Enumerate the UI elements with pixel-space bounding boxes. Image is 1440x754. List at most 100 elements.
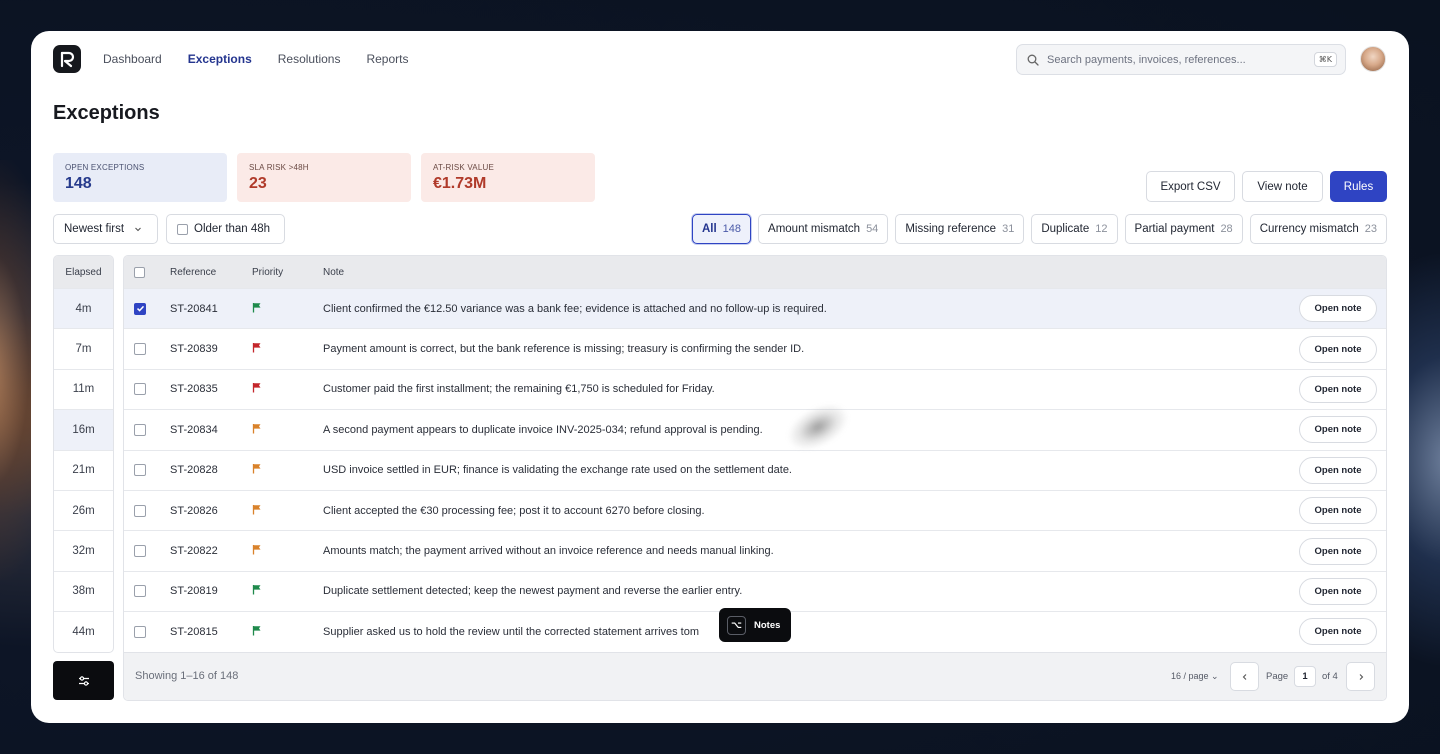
chip-duplicate[interactable]: Duplicate 12 bbox=[1031, 214, 1118, 244]
row-note: A second payment appears to duplicate in… bbox=[323, 423, 763, 436]
row-reference: ST-20835 bbox=[170, 383, 218, 396]
chip-count: 54 bbox=[866, 223, 879, 235]
column-settings-button[interactable] bbox=[53, 661, 114, 700]
elapsed-cell: 7m bbox=[54, 328, 113, 368]
table-row[interactable]: ST-20828 USD invoice settled in EUR; fin… bbox=[124, 449, 1386, 490]
elapsed-cell: 44m bbox=[54, 611, 113, 651]
open-note-button[interactable]: Open note bbox=[1299, 335, 1377, 363]
elapsed-header: Elapsed bbox=[54, 256, 113, 288]
row-checkbox[interactable] bbox=[134, 545, 146, 558]
page-number-input[interactable]: 1 bbox=[1294, 666, 1316, 687]
search-input[interactable] bbox=[1047, 53, 1306, 66]
priority-flag-icon bbox=[252, 584, 262, 598]
open-note-button[interactable]: Open note bbox=[1299, 375, 1377, 403]
elapsed-cell: 16m bbox=[54, 409, 113, 450]
select-all-checkbox[interactable] bbox=[134, 266, 145, 278]
row-checkbox[interactable] bbox=[134, 343, 146, 356]
open-note-button[interactable]: Open note bbox=[1299, 416, 1377, 444]
row-note: Client accepted the €30 processing fee; … bbox=[323, 504, 705, 517]
row-reference: ST-20828 bbox=[170, 464, 218, 477]
app-window: Dashboard Exceptions Resolutions Reports… bbox=[31, 31, 1409, 723]
row-reference: ST-20822 bbox=[170, 545, 218, 558]
chip-count: 148 bbox=[722, 223, 742, 235]
tooltip-label: Notes bbox=[754, 619, 781, 631]
chip-count: 28 bbox=[1220, 223, 1233, 235]
table-row[interactable]: ST-20839 Payment amount is correct, but … bbox=[124, 328, 1386, 368]
chip-amount-mismatch[interactable]: Amount mismatch 54 bbox=[758, 214, 889, 244]
stat-value: 148 bbox=[65, 175, 92, 192]
chip-all[interactable]: All 148 bbox=[691, 214, 752, 244]
open-note-button[interactable]: Open note bbox=[1299, 537, 1377, 565]
row-reference: ST-20826 bbox=[170, 504, 218, 517]
top-nav: Dashboard Exceptions Resolutions Reports bbox=[103, 52, 408, 66]
priority-flag-icon bbox=[252, 423, 262, 437]
priority-flag-icon bbox=[252, 382, 262, 396]
older-than-48h-label: Older than 48h bbox=[194, 223, 271, 235]
older-than-48h-filter[interactable]: Older than 48h bbox=[166, 214, 285, 244]
chip-currency-mismatch[interactable]: Currency mismatch 23 bbox=[1249, 214, 1387, 244]
view-note-button[interactable]: View note bbox=[1242, 171, 1323, 202]
priority-flag-icon bbox=[252, 504, 262, 518]
elapsed-cell: 11m bbox=[54, 368, 113, 409]
priority-flag-icon bbox=[252, 463, 262, 477]
header-reference[interactable]: Reference bbox=[170, 267, 216, 278]
nav-reports[interactable]: Reports bbox=[366, 52, 408, 66]
nav-dashboard[interactable]: Dashboard bbox=[103, 52, 162, 66]
open-note-button[interactable]: Open note bbox=[1299, 618, 1377, 646]
header-note[interactable]: Note bbox=[323, 267, 344, 278]
row-reference: ST-20815 bbox=[170, 625, 218, 638]
priority-flag-icon bbox=[252, 625, 262, 639]
table-row[interactable]: ST-20835 Customer paid the first install… bbox=[124, 368, 1386, 409]
chip-missing-reference[interactable]: Missing reference 31 bbox=[895, 214, 1025, 244]
sort-dropdown[interactable]: Newest first bbox=[53, 214, 158, 244]
elapsed-cell: 26m bbox=[54, 489, 113, 530]
chip-label: Amount mismatch bbox=[768, 223, 861, 235]
next-page-button[interactable] bbox=[1346, 662, 1375, 691]
nav-exceptions[interactable]: Exceptions bbox=[188, 52, 252, 66]
priority-flag-icon bbox=[252, 302, 262, 316]
elapsed-cell: 32m bbox=[54, 530, 113, 570]
user-avatar[interactable] bbox=[1360, 46, 1386, 72]
elapsed-cell: 21m bbox=[54, 449, 113, 490]
elapsed-panel: Elapsed 4m 7m 11m 16m 21m 26m 32m 38m 44… bbox=[53, 255, 114, 653]
nav-resolutions[interactable]: Resolutions bbox=[278, 52, 341, 66]
row-checkbox[interactable] bbox=[134, 423, 146, 436]
row-note: Client confirmed the €12.50 variance was… bbox=[323, 302, 827, 315]
priority-flag-icon bbox=[252, 342, 262, 356]
older-than-48h-checkbox[interactable] bbox=[177, 223, 188, 235]
open-note-button[interactable]: Open note bbox=[1299, 456, 1377, 484]
stat-at-risk-value: AT-RISK VALUE €1.73M bbox=[421, 153, 595, 202]
open-note-button[interactable]: Open note bbox=[1299, 497, 1377, 525]
priority-flag-icon bbox=[252, 544, 262, 558]
stat-sla-risk: SLA RISK >48H 23 bbox=[237, 153, 411, 202]
export-csv-button[interactable]: Export CSV bbox=[1146, 171, 1235, 202]
logo-icon bbox=[60, 51, 75, 68]
open-note-button[interactable]: Open note bbox=[1299, 577, 1377, 605]
search-bar[interactable]: ⌘K bbox=[1016, 44, 1346, 75]
chip-label: Duplicate bbox=[1041, 223, 1090, 235]
row-checkbox[interactable] bbox=[134, 383, 146, 396]
prev-page-button[interactable] bbox=[1230, 662, 1259, 691]
row-checkbox[interactable] bbox=[134, 504, 146, 517]
table-row[interactable]: ST-20819 Duplicate settlement detected; … bbox=[124, 570, 1386, 611]
table-row[interactable]: ST-20841 Client confirmed the €12.50 var… bbox=[124, 288, 1386, 329]
app-logo[interactable] bbox=[53, 45, 81, 73]
chip-count: 23 bbox=[1364, 223, 1377, 235]
per-page-select[interactable]: 16 / page ⌄ bbox=[1171, 671, 1219, 682]
page-title: Exceptions bbox=[53, 102, 160, 124]
table-row[interactable]: ST-20826 Client accepted the €30 process… bbox=[124, 489, 1386, 530]
rules-button[interactable]: Rules bbox=[1330, 171, 1387, 202]
row-reference: ST-20841 bbox=[170, 302, 218, 315]
row-checkbox[interactable] bbox=[134, 585, 146, 598]
row-checkbox[interactable] bbox=[134, 464, 146, 477]
notes-tooltip[interactable]: ⌥ Notes bbox=[719, 608, 791, 642]
open-note-button[interactable]: Open note bbox=[1299, 295, 1377, 323]
header-priority[interactable]: Priority bbox=[252, 267, 283, 278]
stat-label: SLA RISK >48H bbox=[249, 163, 309, 172]
table-row[interactable]: ST-20834 A second payment appears to dup… bbox=[124, 409, 1386, 449]
chip-label: Currency mismatch bbox=[1259, 223, 1359, 235]
row-checkbox[interactable] bbox=[134, 625, 146, 638]
table-row[interactable]: ST-20822 Amounts match; the payment arri… bbox=[124, 530, 1386, 570]
chip-partial-payment[interactable]: Partial payment 28 bbox=[1124, 214, 1243, 244]
row-checkbox-checked[interactable] bbox=[134, 302, 146, 315]
